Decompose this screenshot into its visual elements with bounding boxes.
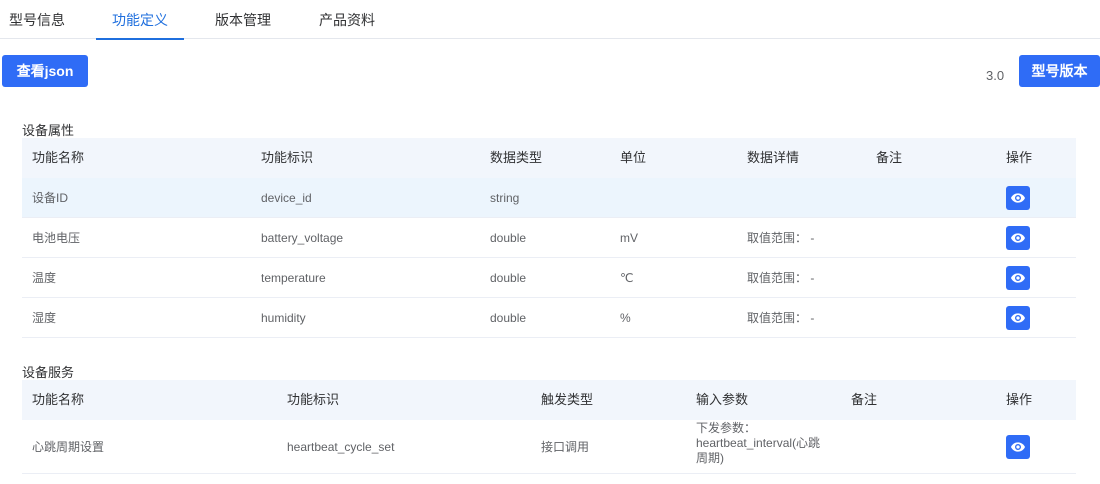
col-header-action: 操作 <box>1006 392 1033 407</box>
input-params-line: heartbeat_interval(心跳 <box>696 436 821 450</box>
view-button[interactable] <box>1006 266 1030 290</box>
cell-data-type: double <box>490 311 527 325</box>
col-header-name: 功能名称 <box>32 392 85 407</box>
view-button[interactable] <box>1006 226 1030 250</box>
cell-unit: mV <box>620 231 638 245</box>
col-header-data-type: 数据类型 <box>490 150 543 165</box>
cell-trigger-type: 接口调用 <box>541 440 590 454</box>
col-header-input-params: 输入参数 <box>696 392 749 407</box>
tab-model-info[interactable]: 型号信息 <box>8 0 66 39</box>
services-table-header: 功能名称 功能标识 触发类型 输入参数 备注 操作 <box>22 380 1076 420</box>
model-version-button[interactable]: 型号版本 <box>1019 55 1100 87</box>
cell-name: 温度 <box>32 271 57 285</box>
eye-icon <box>1011 233 1025 243</box>
tab-function-definition[interactable]: 功能定义 <box>96 0 184 40</box>
tab-product-docs[interactable]: 产品资料 <box>318 0 376 39</box>
col-header-data-detail: 数据详情 <box>747 150 800 165</box>
table-row: 设备ID device_id string <box>22 178 1076 218</box>
col-header-trigger-type: 触发类型 <box>541 392 594 407</box>
cell-name: 设备ID <box>32 191 69 205</box>
properties-table-header: 功能名称 功能标识 数据类型 单位 数据详情 备注 操作 <box>22 138 1076 178</box>
eye-icon <box>1011 273 1025 283</box>
properties-section-title: 设备属性 <box>22 123 75 138</box>
input-params-line: 周期) <box>696 451 724 465</box>
properties-table: 功能名称 功能标识 数据类型 单位 数据详情 备注 操作 设备ID device… <box>22 138 1076 338</box>
version-value: 3.0 <box>986 68 1005 83</box>
cell-data-detail: 取值范围： - <box>747 311 815 325</box>
table-row: 温度 temperature double ℃ 取值范围： - <box>22 258 1076 298</box>
col-header-remark: 备注 <box>876 150 903 165</box>
view-button[interactable] <box>1006 306 1030 330</box>
col-header-name: 功能名称 <box>32 150 85 165</box>
cell-data-detail: 取值范围： - <box>747 271 815 285</box>
cell-name: 电池电压 <box>32 231 81 245</box>
cell-identifier: heartbeat_cycle_set <box>287 440 395 454</box>
input-params-line: 下发参数： <box>696 421 757 435</box>
view-button[interactable] <box>1006 186 1030 210</box>
cell-input-params: 下发参数： heartbeat_interval(心跳 周期) <box>696 420 836 474</box>
cell-unit: % <box>620 311 631 325</box>
table-row: 湿度 humidity double % 取值范围： - <box>22 298 1076 338</box>
eye-icon <box>1011 313 1025 323</box>
col-header-identifier: 功能标识 <box>287 392 340 407</box>
cell-identifier: temperature <box>261 271 326 285</box>
tab-version-management[interactable]: 版本管理 <box>214 0 272 39</box>
eye-icon <box>1011 442 1025 452</box>
cell-unit: ℃ <box>620 271 634 285</box>
cell-data-type: string <box>490 191 520 205</box>
cell-identifier: device_id <box>261 191 312 205</box>
cell-name: 心跳周期设置 <box>32 440 105 454</box>
col-header-identifier: 功能标识 <box>261 150 314 165</box>
col-header-unit: 单位 <box>620 150 647 165</box>
view-json-button[interactable]: 查看json <box>2 55 88 87</box>
cell-identifier: humidity <box>261 311 306 325</box>
services-table: 功能名称 功能标识 触发类型 输入参数 备注 操作 心跳周期设置 heartbe… <box>22 380 1076 474</box>
table-row: 心跳周期设置 heartbeat_cycle_set 接口调用 下发参数： he… <box>22 420 1076 474</box>
view-button[interactable] <box>1006 435 1030 459</box>
cell-name: 湿度 <box>32 311 57 325</box>
eye-icon <box>1011 193 1025 203</box>
table-row: 电池电压 battery_voltage double mV 取值范围： - <box>22 218 1076 258</box>
cell-data-type: double <box>490 231 527 245</box>
tab-bar: 型号信息 功能定义 版本管理 产品资料 <box>0 0 1100 40</box>
cell-data-type: double <box>490 271 527 285</box>
cell-identifier: battery_voltage <box>261 231 344 245</box>
col-header-action: 操作 <box>1006 150 1033 165</box>
col-header-remark: 备注 <box>851 392 878 407</box>
cell-data-detail: 取值范围： - <box>747 231 815 245</box>
services-section-title: 设备服务 <box>22 365 75 380</box>
